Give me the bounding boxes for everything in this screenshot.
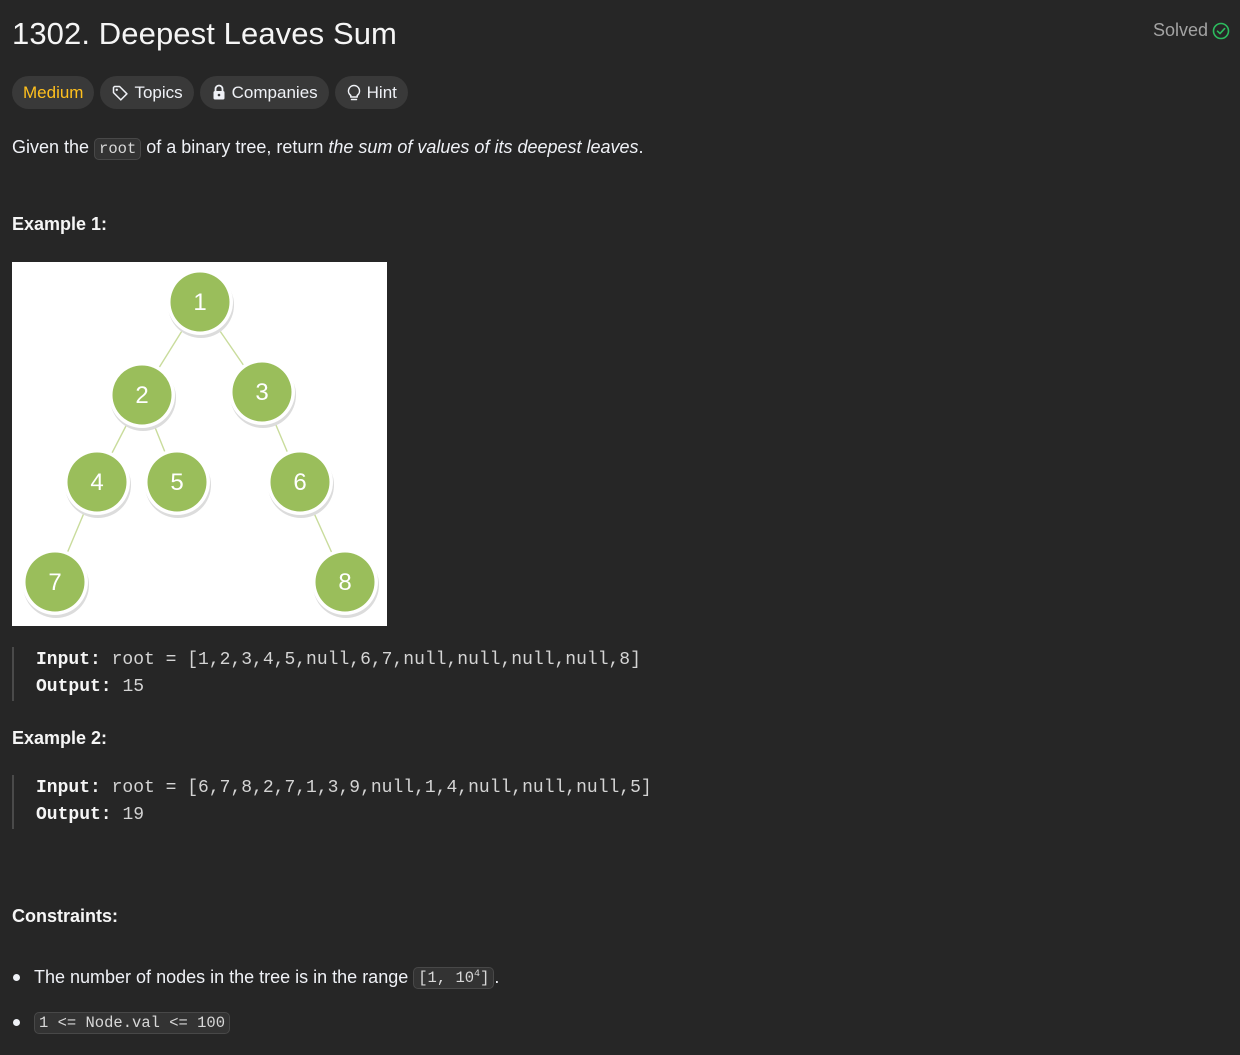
tree-node-5: 5 bbox=[144, 449, 211, 518]
difficulty-label: Medium bbox=[23, 82, 84, 102]
tree-node-4: 4 bbox=[64, 449, 131, 518]
constraint1-code: [1, 104] bbox=[413, 966, 495, 989]
example2-title: Example 2: bbox=[12, 728, 108, 748]
problem-title: 1302. Deepest Leaves Sum bbox=[12, 16, 397, 51]
tree-node-label: 4 bbox=[90, 469, 103, 496]
example2-output-line: Output: 19 bbox=[36, 802, 652, 829]
example2-input-value: root = [6,7,8,2,7,1,3,9,null,1,4,null,nu… bbox=[111, 778, 652, 798]
tree-node-6: 6 bbox=[267, 449, 334, 518]
hint-label: Hint bbox=[366, 82, 397, 102]
example2-io: Input: root = [6,7,8,2,7,1,3,9,null,1,4,… bbox=[12, 775, 652, 829]
tree-node-label: 3 bbox=[255, 379, 268, 406]
solved-label: Solved bbox=[1152, 20, 1208, 40]
constraint-item: 1 <= Node.val <= 100 bbox=[12, 1000, 499, 1045]
example2-input-line: Input: root = [6,7,8,2,7,1,3,9,null,1,4,… bbox=[36, 775, 652, 802]
desc-prefix: Given the bbox=[12, 137, 95, 157]
solved-status: Solved bbox=[1153, 20, 1230, 41]
tree-node-label: 5 bbox=[170, 469, 183, 496]
desc-emphasis: the sum of values of its deepest leaves bbox=[328, 137, 639, 157]
example1-output-line: Output: 15 bbox=[36, 674, 641, 701]
tree-node-2: 2 bbox=[109, 362, 176, 431]
difficulty-badge: Medium bbox=[12, 76, 95, 109]
tree-nodes: 1 2 3 4 5 6 7 8 bbox=[22, 269, 379, 618]
example1-output-value: 15 bbox=[122, 677, 145, 697]
tree-node-label: 8 bbox=[338, 569, 351, 596]
tree-node-8: 8 bbox=[312, 549, 379, 618]
desc-suffix: . bbox=[638, 137, 644, 157]
lightbulb-icon bbox=[346, 84, 362, 102]
example2-output-label: Output: bbox=[36, 805, 112, 825]
tag-icon bbox=[111, 84, 129, 102]
constraint1-code-base: [1, 10 bbox=[418, 968, 475, 987]
example1-input-label: Input: bbox=[36, 650, 101, 670]
problem-description: Given the root of a binary tree, return … bbox=[12, 133, 644, 163]
hint-button[interactable]: Hint bbox=[334, 76, 408, 109]
example1-io: Input: root = [1,2,3,4,5,null,6,7,null,n… bbox=[12, 647, 641, 701]
example1-input-line: Input: root = [1,2,3,4,5,null,6,7,null,n… bbox=[36, 647, 641, 674]
constraint2-code: 1 <= Node.val <= 100 bbox=[34, 1011, 231, 1034]
tree-node-label: 2 bbox=[135, 382, 148, 409]
desc-code-root: root bbox=[94, 138, 142, 160]
topics-button[interactable]: Topics bbox=[100, 76, 194, 109]
example2-output-value: 19 bbox=[122, 805, 145, 825]
example1-output-label: Output: bbox=[36, 677, 112, 697]
tree-node-label: 6 bbox=[293, 469, 306, 496]
constraint1-after: . bbox=[494, 967, 500, 987]
tree-node-7: 7 bbox=[22, 549, 89, 618]
example2-input-label: Input: bbox=[36, 778, 101, 798]
constraints-list: The number of nodes in the tree is in th… bbox=[12, 955, 499, 1045]
lock-icon bbox=[211, 84, 227, 101]
tree-node-label: 1 bbox=[193, 289, 206, 316]
check-circle-icon bbox=[1212, 22, 1230, 40]
tree-node-1: 1 bbox=[167, 269, 234, 338]
companies-button[interactable]: Companies bbox=[199, 76, 329, 109]
constraint1-code-end: ] bbox=[480, 968, 490, 987]
constraint1-text: The number of nodes in the tree is in th… bbox=[34, 967, 409, 987]
tree-node-label: 7 bbox=[48, 569, 61, 596]
desc-middle: of a binary tree, return bbox=[141, 137, 329, 157]
problem-tags: Medium Topics Companies Hint bbox=[12, 76, 408, 109]
example1-input-value: root = [1,2,3,4,5,null,6,7,null,null,nul… bbox=[111, 650, 641, 670]
example1-tree-image: 1 2 3 4 5 6 7 8 bbox=[12, 262, 387, 626]
constraint-item: The number of nodes in the tree is in th… bbox=[12, 955, 499, 1000]
companies-label: Companies bbox=[231, 82, 318, 102]
example1-title: Example 1: bbox=[12, 214, 108, 234]
constraints-title: Constraints: bbox=[12, 906, 119, 926]
tree-node-3: 3 bbox=[229, 359, 296, 428]
topics-label: Topics bbox=[134, 82, 183, 102]
